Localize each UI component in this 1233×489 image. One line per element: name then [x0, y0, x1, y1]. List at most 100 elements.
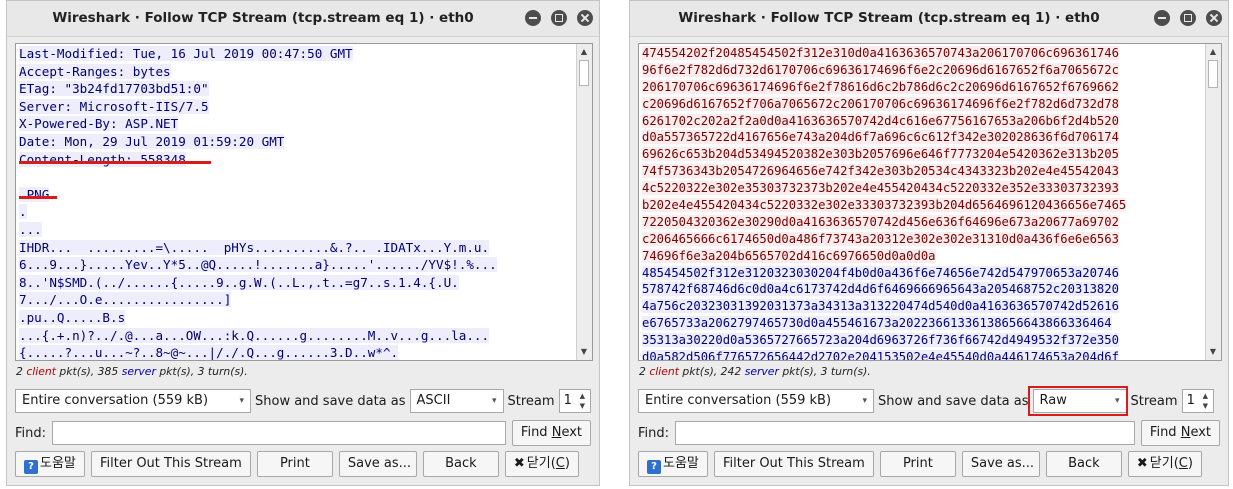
close-icon[interactable] [577, 10, 593, 26]
stream-line-text: 6261702c202a2f2a0d0a4163636570742d4c616e… [642, 113, 1119, 128]
stream-line: ... [19, 221, 574, 239]
stream-line-text: 474554202f20485454502f312e310d0a41636365… [642, 46, 1119, 60]
save-as-button[interactable]: Save as... [338, 451, 417, 477]
stream-line: .PNG [19, 186, 574, 204]
scroll-down-icon[interactable]: ▼ [579, 346, 589, 358]
stream-line-text: 6...9...}.....Yev..Y*5..@Q.....!.......a… [19, 257, 497, 273]
show-data-label: Show and save data as [255, 393, 406, 409]
stream-line [19, 168, 574, 186]
chevron-down-icon: ▾ [862, 396, 867, 406]
stream-line-text: 578742f68746d6c0d0a4c6173742d4d6f6469666… [642, 282, 1119, 297]
chevron-down-icon: ▾ [491, 396, 497, 406]
stream-line-text: X-Powered-By: ASP.NET [19, 116, 179, 132]
stream-line-text: 4a756c20323031392031373a34313a313220474d… [642, 299, 1119, 314]
stream-line-text: 485454502f312e3120323030204f4b0d0a436f6e… [642, 265, 1119, 280]
title-bar[interactable]: Wireshark · Follow TCP Stream (tcp.strea… [630, 1, 1228, 37]
stream-line-text: Content-Length: 558348 [19, 151, 186, 167]
annotation-underline-png [19, 196, 57, 199]
minimize-icon[interactable] [1154, 10, 1170, 26]
stream-line-text: 7.../...O.e................] [19, 292, 232, 308]
stream-line-text: .pu..Q.....B.s [19, 309, 126, 325]
stream-line-text: Date: Mon, 29 Jul 2019 01:59:20 GMT [19, 133, 285, 149]
conversation-select[interactable]: Entire conversation (559 kB) ▾ [15, 389, 251, 413]
spin-up-icon[interactable]: ▲ [1203, 391, 1212, 401]
stream-line: d0a557365722d4167656e743a204d6f7a696c6c6… [642, 129, 1203, 146]
scroll-up-icon[interactable]: ▲ [579, 46, 589, 58]
print-button[interactable]: Print [256, 451, 333, 477]
stream-line: IHDR... .........=\..... pHYs..........&… [19, 239, 574, 257]
stream-line: 35313a30220d0a5365727665723a204d6963726f… [642, 332, 1203, 349]
stream-number-spinbox[interactable]: 1 ▲ ▼ [558, 389, 591, 413]
back-button[interactable]: Back [1045, 451, 1122, 477]
annotation-box-raw-select [1028, 386, 1128, 416]
stream-content-area[interactable]: Last-Modified: Tue, 16 Jul 2019 00:47:50… [15, 43, 593, 361]
maximize-icon[interactable] [551, 10, 567, 26]
stream-line: 206170706c69636174696f6e2f78616d6c2b786d… [642, 79, 1203, 96]
follow-tcp-stream-window-ascii: Wireshark · Follow TCP Stream (tcp.strea… [6, 0, 600, 486]
annotation-underline-content-length [19, 161, 211, 164]
stream-line: .pu..Q.....B.s [19, 309, 574, 327]
scroll-down-icon[interactable]: ▼ [1208, 346, 1218, 358]
spin-up-icon[interactable]: ▲ [580, 391, 589, 401]
window-title: Wireshark · Follow TCP Stream (tcp.strea… [678, 10, 1100, 26]
stream-line: c20696d6167652f706a7065672c206170706c696… [642, 96, 1203, 113]
help-button[interactable]: ? 도움말 [638, 451, 708, 477]
stream-line: 7220504320362e30290d0a4163636570742d456e… [642, 214, 1203, 231]
find-input[interactable] [675, 421, 1135, 445]
minimize-icon[interactable] [525, 10, 541, 26]
stream-number-spinbox[interactable]: 1 ▲ ▼ [1181, 389, 1214, 413]
stream-line-text: {.....?...u...~?..8~@~...|/./.Q...g.....… [19, 345, 399, 361]
stream-line: 96f6e2f782d6d732d6170706c69636174696f6e2… [642, 62, 1203, 79]
filter-out-stream-button[interactable]: Filter Out This Stream [90, 451, 251, 477]
help-button[interactable]: ? 도움말 [15, 451, 85, 477]
maximize-icon[interactable] [1180, 10, 1196, 26]
stream-line-text: 74696f6e3a204b6565702d416c6976650d0a0d0a [642, 248, 936, 263]
stream-line: 74f5736343b2054726964656e742f342e303b205… [642, 163, 1203, 180]
stream-line-text: 206170706c69636174696f6e2f78616d6c2b786d… [642, 79, 1119, 94]
conversation-select[interactable]: Entire conversation (559 kB) ▾ [638, 389, 874, 413]
stream-line: 6...9...}.....Yev..Y*5..@Q.....!.......a… [19, 256, 574, 274]
close-button[interactable]: ✖ 닫기(C) [504, 451, 579, 477]
vertical-scrollbar[interactable]: ▲ ▼ [576, 44, 592, 360]
stream-line-text: 8..'N$SMD.(../......{.....9..g.W.(..L.,.… [19, 274, 459, 290]
stream-line: ETag: "3b24fd17703bd51:0" [19, 80, 574, 98]
find-input[interactable] [52, 421, 506, 445]
stream-line: ...{.+.n)?../.@...a...OW...:k.Q......g..… [19, 327, 574, 345]
stream-line-text: .PNG [19, 186, 50, 202]
stream-line: 7.../...O.e................] [19, 291, 574, 309]
save-as-button[interactable]: Save as... [961, 451, 1040, 477]
find-next-button[interactable]: Find Next [1140, 420, 1220, 446]
spin-down-icon[interactable]: ▼ [1203, 401, 1212, 411]
scroll-up-icon[interactable]: ▲ [1208, 46, 1218, 58]
close-icon[interactable] [1206, 10, 1222, 26]
stream-line: 69626c653b204d53494520382e303b2057696e64… [642, 146, 1203, 163]
print-button[interactable]: Print [879, 451, 956, 477]
back-button[interactable]: Back [422, 451, 499, 477]
vertical-scrollbar[interactable]: ▲ ▼ [1205, 44, 1221, 360]
stream-line-text: 35313a30220d0a5365727665723a204d6963726f… [642, 333, 1119, 348]
spin-down-icon[interactable]: ▼ [580, 401, 589, 411]
stream-line: Accept-Ranges: bytes [19, 63, 574, 81]
stream-line: Last-Modified: Tue, 16 Jul 2019 00:47:50… [19, 45, 574, 63]
stream-line: 74696f6e3a204b6565702d416c6976650d0a0d0a [642, 248, 1203, 265]
stream-line: 474554202f20485454502f312e310d0a41636365… [642, 45, 1203, 62]
stream-line-text: 4c5220322e302e35303732373b202e4e45542043… [642, 181, 1119, 196]
stream-line: d0a582d506f776572656442d2702e204153502e4… [642, 349, 1203, 360]
stream-text: 474554202f20485454502f312e310d0a41636365… [642, 45, 1203, 360]
stream-label: Stream [507, 393, 555, 409]
title-bar[interactable]: Wireshark · Follow TCP Stream (tcp.strea… [7, 1, 599, 37]
find-label: Find: [638, 425, 670, 441]
scroll-thumb[interactable] [1208, 60, 1218, 88]
stream-line: Content-Length: 558348 [19, 151, 574, 169]
stream-line: Server: Microsoft-IIS/7.5 [19, 98, 574, 116]
stream-line-text: e6765733a2062797465730d0a455461673a20223… [642, 316, 1112, 331]
filter-out-stream-button[interactable]: Filter Out This Stream [713, 451, 874, 477]
stream-line-text: ... [19, 221, 42, 237]
close-button[interactable]: ✖ 닫기(C) [1127, 451, 1202, 477]
find-next-button[interactable]: Find Next [511, 420, 591, 446]
stream-line-text: c20696d6167652f706a7065672c206170706c696… [642, 96, 1119, 111]
stream-content-area[interactable]: 474554202f20485454502f312e310d0a41636365… [638, 43, 1222, 361]
data-format-select[interactable]: ASCII ▾ [409, 389, 504, 413]
scroll-thumb[interactable] [579, 60, 589, 86]
stream-line-text: ETag: "3b24fd17703bd51:0" [19, 81, 209, 97]
